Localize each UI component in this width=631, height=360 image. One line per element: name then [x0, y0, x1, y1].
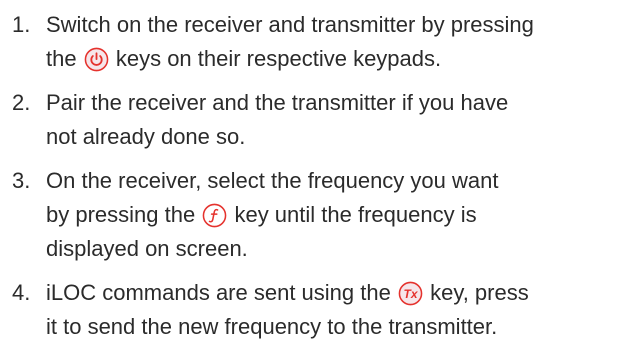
frequency-key-icon	[202, 203, 227, 228]
step-text-fragment: keys on their respective keypads.	[115, 46, 442, 71]
step-number: 4.	[12, 280, 31, 305]
step-number: 1.	[12, 12, 31, 37]
step-line: the keys on their respective keypads.	[46, 42, 631, 76]
step-line: iLOC commands are sent using the Tx key,…	[46, 276, 631, 310]
step-line: Pair the receiver and the transmitter if…	[46, 90, 509, 115]
tx-key-icon: Tx	[398, 281, 423, 306]
step-line: it to send the new frequency to the tran…	[46, 314, 498, 339]
step-line: by pressing the key until the frequency …	[46, 198, 631, 232]
power-key-icon	[84, 47, 109, 72]
tx-key-label: Tx	[403, 287, 418, 301]
step-text-fragment: the	[46, 46, 77, 71]
step-text: iLOC commands are sent using the Tx key,…	[46, 276, 631, 344]
step-line: displayed on screen.	[46, 236, 248, 261]
step-line: On the receiver, select the frequency yo…	[46, 168, 499, 193]
step-text-fragment: key until the frequency is	[234, 202, 477, 227]
step-text: Switch on the receiver and transmitter b…	[46, 8, 631, 76]
step-text: Pair the receiver and the transmitter if…	[46, 86, 631, 154]
step-text-fragment: iLOC commands are sent using the	[46, 280, 391, 305]
step-text-fragment: key, press	[430, 280, 529, 305]
step-line: Switch on the receiver and transmitter b…	[46, 12, 534, 37]
step-number: 2.	[12, 90, 31, 115]
step-line: not already done so.	[46, 124, 246, 149]
step-text-fragment: by pressing the	[46, 202, 196, 227]
step-number: 3.	[12, 168, 31, 193]
step-text: On the receiver, select the frequency yo…	[46, 164, 631, 266]
